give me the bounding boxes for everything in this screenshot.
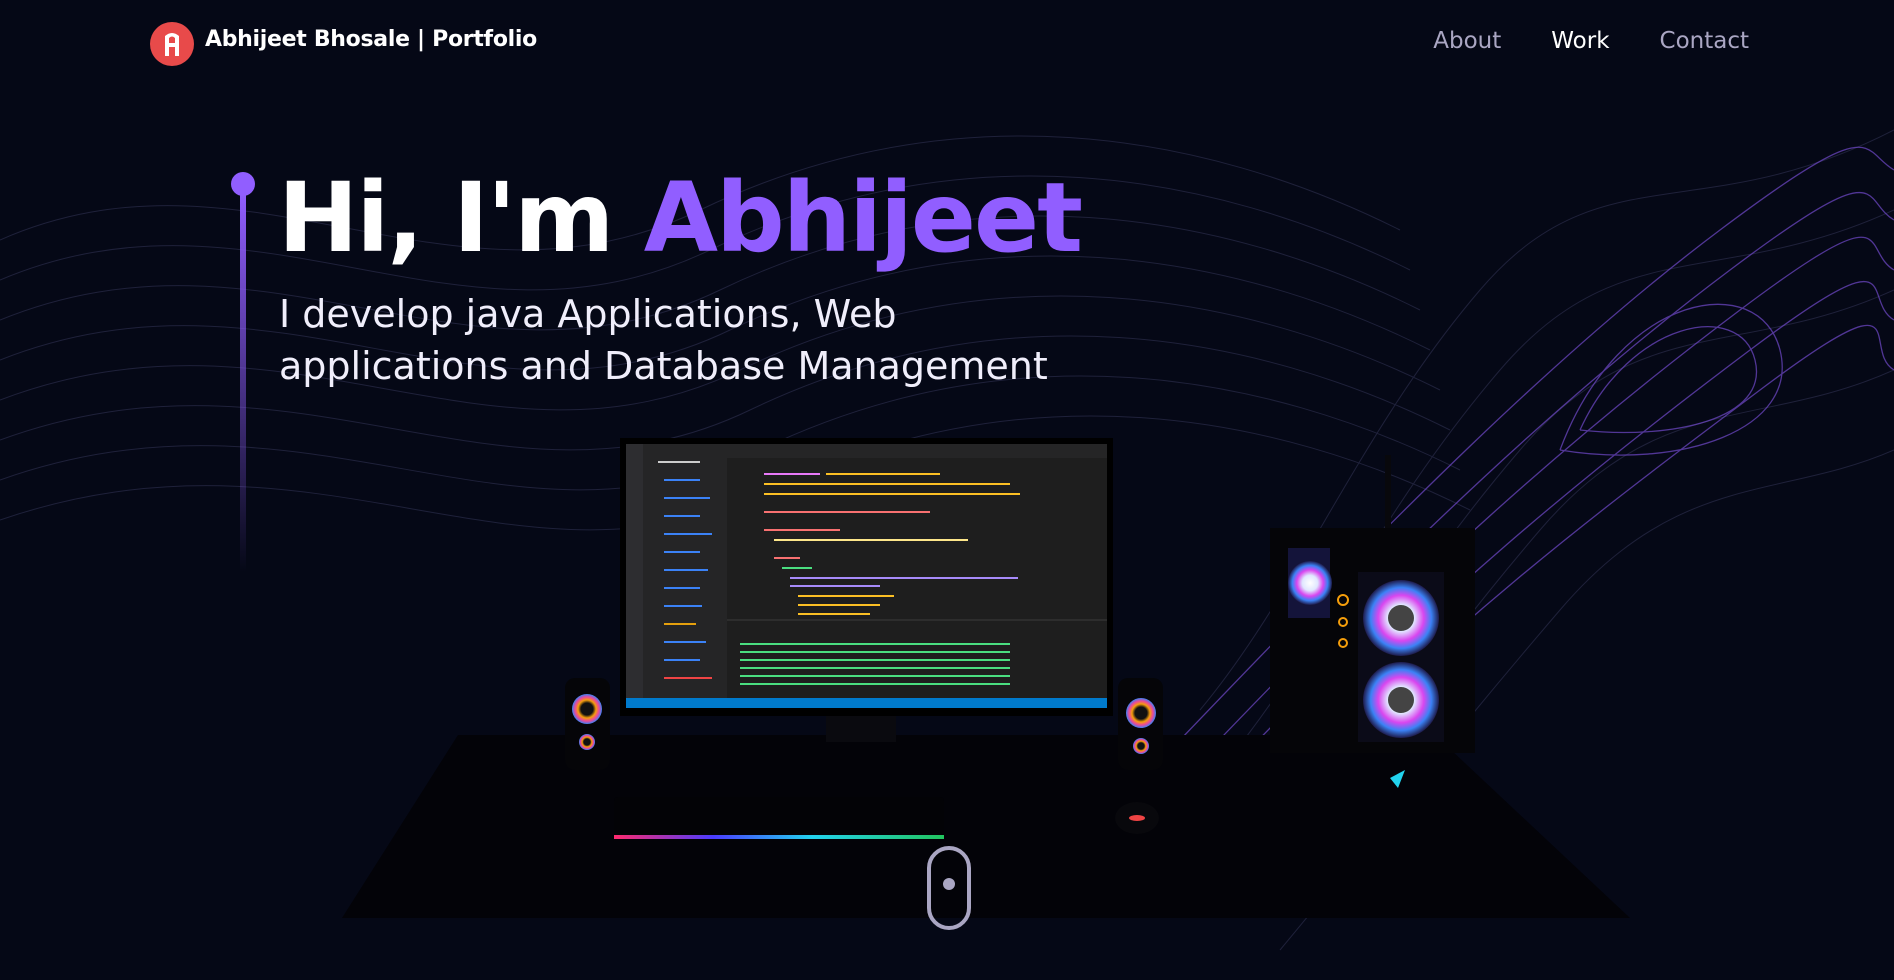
brand-title[interactable]: Abhijeet Bhosale | Portfolio (205, 27, 537, 52)
nav-link-contact[interactable]: Contact (1660, 28, 1749, 54)
speaker-right (1118, 678, 1163, 770)
mouse-scroll-icon[interactable] (927, 846, 971, 930)
nav-link-work[interactable]: Work (1551, 28, 1609, 54)
logo-icon[interactable] (150, 22, 194, 66)
speaker-left (565, 678, 610, 770)
monitor (620, 438, 1113, 742)
scroll-dot (943, 878, 955, 890)
pc-tower (1270, 455, 1475, 788)
nav-link-about[interactable]: About (1433, 28, 1501, 54)
rgb-keyboard (614, 797, 944, 839)
desk-mouse (1115, 802, 1159, 834)
desk (342, 735, 1630, 918)
navbar: Abhijeet Bhosale | Portfolio About Work … (0, 0, 1894, 88)
desk-setup-3d-scene[interactable] (0, 0, 1894, 980)
nav-links: About Work Contact (1433, 28, 1749, 54)
